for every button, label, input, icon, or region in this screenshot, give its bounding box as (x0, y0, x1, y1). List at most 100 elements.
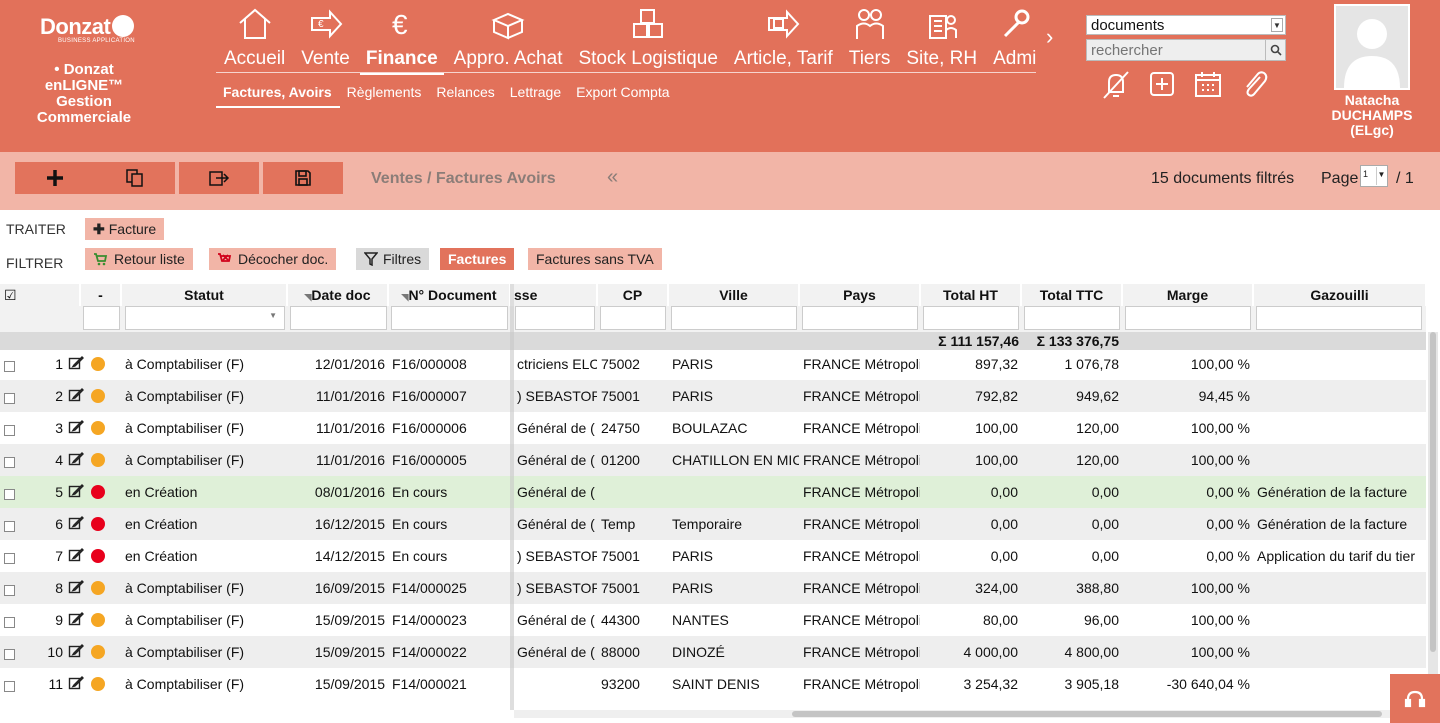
table-row[interactable]: 8 à Comptabiliser (F) 16/09/2015 F14/000025… (0, 572, 1426, 604)
filter-total-ttc-input[interactable] (1024, 306, 1120, 330)
uncheck-docs-button[interactable]: Décocher doc. (209, 248, 337, 270)
subnav-item-relances[interactable]: Relances (429, 82, 502, 108)
header-statut[interactable]: Statut (122, 284, 287, 306)
header-date-doc[interactable]: ◥Date doc (288, 284, 388, 306)
edit-icon[interactable] (68, 611, 84, 632)
table-row[interactable]: 4 à Comptabiliser (F) 11/01/2016 F16/000005… (0, 444, 1426, 476)
vertical-scroll-thumb[interactable] (1430, 332, 1436, 652)
header-marge[interactable]: Marge (1123, 284, 1253, 306)
edit-icon[interactable] (68, 515, 84, 536)
filter-cp-input[interactable] (600, 306, 666, 330)
edit-icon[interactable] (68, 547, 84, 568)
new-invoice-button[interactable]: ✚ Facture (85, 218, 165, 240)
table-row[interactable]: 1 à Comptabiliser (F) 12/01/2016 F16/000008… (0, 348, 1426, 380)
table-row[interactable]: 7 en Création 14/12/2015 En cours) SEBASTOP… (0, 540, 1426, 572)
edit-icon[interactable] (68, 451, 84, 472)
header-gazouilli[interactable]: Gazouilli (1254, 284, 1426, 306)
vertical-scrollbar[interactable] (1428, 332, 1438, 682)
header-ville[interactable]: Ville (669, 284, 799, 306)
add-icon[interactable] (1146, 68, 1178, 100)
header-cp[interactable]: CP (598, 284, 668, 306)
subnav-item-lettrage[interactable]: Lettrage (503, 82, 569, 108)
paperclip-icon[interactable] (1238, 68, 1270, 100)
table-row[interactable]: 11 à Comptabiliser (F) 15/09/2015 F14/00002… (0, 668, 1426, 700)
filter-ville-input[interactable] (671, 306, 797, 330)
edit-icon[interactable] (68, 579, 84, 600)
nav-item-article-tarif[interactable]: Article, Tarif (726, 0, 841, 72)
search-input[interactable] (1087, 40, 1265, 60)
header-total-ttc[interactable]: Total TTC (1022, 284, 1122, 306)
support-button[interactable] (1390, 674, 1440, 723)
bell-off-icon[interactable] (1100, 68, 1132, 100)
table-row[interactable]: 10 à Comptabiliser (F) 15/09/2015 F14/00002… (0, 636, 1426, 668)
horizontal-scrollbar[interactable] (514, 710, 1390, 718)
brand-logo[interactable]: Donzat (40, 14, 135, 40)
table-row[interactable]: 9 à Comptabiliser (F) 15/09/2015 F14/000023… (0, 604, 1426, 636)
table-row[interactable]: 5 en Création 08/01/2016 En cours Général de… (0, 476, 1426, 508)
filter-dash-input[interactable] (83, 306, 120, 330)
row-checkbox[interactable] (4, 649, 15, 660)
row-checkbox[interactable] (4, 361, 15, 372)
nav-next-icon[interactable]: › (1046, 24, 1053, 50)
table-row[interactable]: 3 à Comptabiliser (F) 11/01/2016 F16/000006… (0, 412, 1426, 444)
filter-marge-input[interactable] (1125, 306, 1251, 330)
add-document-button[interactable] (15, 162, 95, 194)
row-checkbox[interactable] (4, 489, 15, 500)
filter-pays-input[interactable] (802, 306, 918, 330)
save-button[interactable] (263, 162, 343, 194)
header-adresse[interactable]: sse (514, 284, 597, 306)
header-numero[interactable]: ◥N° Document (389, 284, 510, 306)
row-checkbox[interactable] (4, 425, 15, 436)
nav-item-appro-achat[interactable]: Appro. Achat (446, 0, 571, 72)
page-select[interactable]: 1 ▼ (1360, 165, 1388, 187)
filter-adresse-input[interactable] (515, 306, 595, 330)
edit-icon[interactable] (68, 419, 84, 440)
nav-item-admin[interactable]: Admi (985, 0, 1044, 72)
nav-item-tiers[interactable]: Tiers (841, 0, 899, 72)
filter-date-input[interactable] (290, 306, 387, 330)
nav-item-site-rh[interactable]: Site, RH (898, 0, 985, 72)
row-checkbox[interactable] (4, 457, 15, 468)
subnav-item-export-compta[interactable]: Export Compta (569, 82, 677, 108)
export-button[interactable] (179, 162, 259, 194)
table-row[interactable]: 6 en Création 16/12/2015 En cours Général de… (0, 508, 1426, 540)
row-checkbox[interactable] (4, 617, 15, 628)
filters-button[interactable]: Filtres (356, 248, 430, 270)
edit-icon[interactable] (68, 483, 84, 504)
filter-numero-input[interactable] (391, 306, 508, 330)
subnav-item-factures-avoirs[interactable]: Factures, Avoirs (216, 82, 340, 108)
row-checkbox[interactable] (4, 521, 15, 532)
edit-icon[interactable] (68, 643, 84, 664)
row-checkbox[interactable] (4, 393, 15, 404)
nav-item-finance[interactable]: € Finance (358, 0, 446, 75)
filter-statut-select[interactable]: ▼ (125, 306, 285, 330)
search-icon[interactable] (1265, 40, 1285, 60)
edit-icon[interactable] (68, 675, 84, 696)
edit-icon[interactable] (68, 355, 84, 376)
row-checkbox[interactable] (4, 681, 15, 692)
nav-item-accueil[interactable]: Accueil (216, 0, 293, 72)
document-type-select[interactable]: documents ▼ (1086, 15, 1286, 35)
horizontal-scroll-thumb[interactable] (792, 711, 1382, 717)
invoices-without-vat-button[interactable]: Factures sans TVA (528, 248, 662, 270)
filter-gazouilli-input[interactable] (1256, 306, 1422, 330)
cell-cp: 75002 (601, 356, 640, 372)
nav-item-vente[interactable]: € Vente (293, 0, 358, 72)
collapse-icon[interactable]: « (607, 166, 618, 189)
row-checkbox[interactable] (4, 553, 15, 564)
filter-total-ht-input[interactable] (923, 306, 1019, 330)
cell-gazouilli (1254, 412, 1426, 444)
back-to-list-button[interactable]: Retour liste (85, 248, 193, 270)
nav-item-stock-logistique[interactable]: Stock Logistique (570, 0, 725, 72)
header-pays[interactable]: Pays (800, 284, 920, 306)
table-row[interactable]: 2 à Comptabiliser (F) 11/01/2016 F16/000007… (0, 380, 1426, 412)
subnav-item-reglements[interactable]: Règlements (340, 82, 430, 108)
edit-icon[interactable] (68, 387, 84, 408)
invoices-filter-button[interactable]: Factures (440, 248, 515, 270)
avatar[interactable] (1334, 4, 1410, 90)
header-check-all[interactable]: ☑ (0, 284, 80, 306)
row-checkbox[interactable] (4, 585, 15, 596)
calendar-icon[interactable] (1192, 68, 1224, 100)
header-total-ht[interactable]: Total HT (921, 284, 1021, 306)
duplicate-button[interactable] (95, 162, 175, 194)
